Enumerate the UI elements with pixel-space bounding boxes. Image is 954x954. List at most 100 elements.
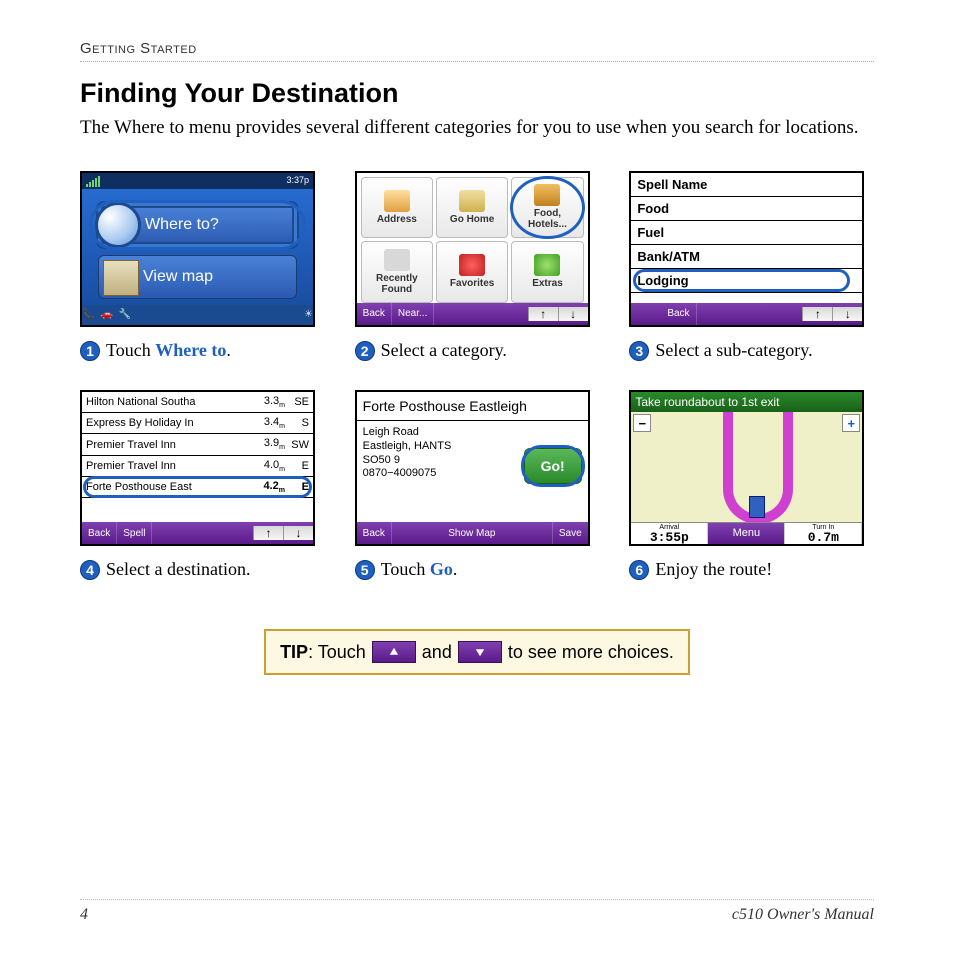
step-number-5: 5 (355, 560, 375, 580)
house-icon (459, 190, 485, 212)
footer-icons: 📞 🚗 🔧 ☀ (82, 305, 313, 325)
clock: 3:37p (286, 175, 309, 187)
scroll-down-button[interactable]: ↓ (832, 307, 862, 321)
screenshot-detail: Forte Posthouse Eastleigh Leigh Road Eas… (355, 390, 590, 546)
screenshot-route: Take roundabout to 1st exit − + Arrival3… (629, 390, 864, 546)
caption-3-text: Select a sub-category. (655, 339, 812, 362)
caption-5: 5 Touch Go. (355, 558, 600, 581)
near-button[interactable]: Near... (392, 303, 434, 325)
scroll-up-button[interactable]: ↑ (802, 307, 832, 321)
step-5: Forte Posthouse Eastleigh Leigh Road Eas… (355, 390, 600, 581)
save-button[interactable]: Save (553, 522, 588, 544)
step-number-1: 1 (80, 341, 100, 361)
section-header: Getting Started (80, 40, 874, 62)
show-map-button[interactable]: Show Map (392, 522, 553, 544)
scroll-up-button[interactable]: ↑ (528, 307, 558, 321)
direction-banner: Take roundabout to 1st exit (631, 392, 862, 412)
car-icon[interactable]: 🚗 (100, 309, 112, 320)
list-item[interactable]: Fuel (631, 221, 862, 245)
step-3: Spell Name Food Fuel Bank/ATM Lodging Ba… (629, 171, 874, 362)
info-bar: Arrival3:55p Menu Turn In0.7m (631, 522, 862, 544)
table-row[interactable]: Express By Holiday In3.4mS (82, 413, 313, 434)
view-map-button[interactable]: View map (98, 255, 297, 299)
step-number-2: 2 (355, 341, 375, 361)
tip-text: TIP: Touch (280, 642, 366, 663)
nav-bar: Back Spell ↑ ↓ (82, 522, 313, 544)
map-view[interactable] (631, 412, 862, 522)
step-6: Take roundabout to 1st exit − + Arrival3… (629, 390, 874, 581)
status-bar: 3:37p (82, 173, 313, 189)
arrival-info[interactable]: Arrival3:55p (631, 523, 708, 544)
tip-text-mid: and (422, 642, 452, 663)
category-food-hotels[interactable]: Food, Hotels... (511, 177, 583, 239)
back-button[interactable]: Back (357, 522, 392, 544)
caption-6: 6 Enjoy the route! (629, 558, 874, 581)
signal-icon (86, 175, 100, 187)
caption-2-text: Select a category. (381, 339, 507, 362)
caption-1-text: Touch Where to. (106, 339, 231, 362)
caption-4-text: Select a destination. (106, 558, 250, 581)
brightness-icon[interactable]: ☀ (304, 309, 313, 320)
spell-button[interactable]: Spell (117, 522, 152, 544)
zoom-in-button[interactable]: + (842, 414, 860, 432)
tip-text-post: to see more choices. (508, 642, 674, 663)
back-button[interactable]: Back (82, 522, 117, 544)
table-row-selected[interactable]: Forte Posthouse East4.2mE (82, 477, 313, 498)
vehicle-icon (749, 496, 765, 518)
caption-6-text: Enjoy the route! (655, 558, 772, 581)
scroll-up-button[interactable]: ↑ (253, 526, 283, 540)
steps-grid: 3:37p Where to? View map 📞 🚗 🔧 ☀ 1 Touch… (80, 171, 874, 582)
step-number-3: 3 (629, 341, 649, 361)
wrench-icon[interactable]: 🔧 (119, 309, 131, 320)
list-item[interactable]: Bank/ATM (631, 245, 862, 269)
tip-box: TIP: Touch and to see more choices. (264, 629, 690, 675)
category-address[interactable]: Address (361, 177, 433, 239)
back-button[interactable]: Back (661, 303, 696, 325)
category-recently-found[interactable]: Recently Found (361, 241, 433, 303)
back-button[interactable]: Back (357, 303, 392, 325)
caption-3: 3 Select a sub-category. (629, 339, 874, 362)
destination-title: Forte Posthouse Eastleigh (357, 392, 588, 421)
table-row[interactable]: Premier Travel Inn3.9mSW (82, 434, 313, 455)
envelope-icon (384, 190, 410, 212)
category-go-home[interactable]: Go Home (436, 177, 508, 239)
flag-icon (534, 254, 560, 276)
step-4: Hilton National Southa3.3mSE Express By … (80, 390, 325, 581)
list-item[interactable]: Spell Name (631, 173, 862, 197)
phone-icon[interactable]: 📞 (82, 309, 94, 320)
scroll-down-button[interactable]: ↓ (558, 307, 588, 321)
where-to-label: Where to? (145, 216, 219, 234)
zoom-out-button[interactable]: − (633, 414, 651, 432)
table-row[interactable]: Premier Travel Inn4.0mE (82, 456, 313, 477)
table-row[interactable]: Hilton National Southa3.3mSE (82, 392, 313, 413)
nav-bar: Back Near... ↑ ↓ (357, 303, 588, 325)
nav-bar: Back Show Map Save (357, 522, 588, 544)
caption-5-text: Touch Go. (381, 558, 458, 581)
scroll-down-icon (458, 641, 502, 663)
screenshot-subcategories: Spell Name Food Fuel Bank/ATM Lodging Ba… (629, 171, 864, 327)
where-to-button[interactable]: Where to? (98, 203, 297, 247)
scroll-down-button[interactable]: ↓ (283, 526, 313, 540)
nav-bar: Back ↑ ↓ (631, 303, 862, 325)
list-item[interactable]: Food (631, 197, 862, 221)
category-favorites[interactable]: Favorites (436, 241, 508, 303)
go-button[interactable]: Go! (524, 448, 582, 484)
scroll-up-icon (372, 641, 416, 663)
list-item-selected[interactable]: Lodging (631, 269, 862, 293)
step-2: Address Go Home Food, Hotels... Recently… (355, 171, 600, 362)
step-1: 3:37p Where to? View map 📞 🚗 🔧 ☀ 1 Touch… (80, 171, 325, 362)
screenshot-categories: Address Go Home Food, Hotels... Recently… (355, 171, 590, 327)
category-extras[interactable]: Extras (511, 241, 583, 303)
page-footer: 4 c510 Owner's Manual (80, 899, 874, 924)
turn-info[interactable]: Turn In0.7m (785, 523, 862, 544)
menu-button[interactable]: Menu (708, 523, 785, 544)
page-title: Finding Your Destination (80, 78, 874, 109)
caption-1: 1 Touch Where to. (80, 339, 325, 362)
page-number: 4 (80, 906, 88, 924)
caption-2: 2 Select a category. (355, 339, 600, 362)
screenshot-main-menu: 3:37p Where to? View map 📞 🚗 🔧 ☀ (80, 171, 315, 327)
heart-icon (459, 254, 485, 276)
manual-title: c510 Owner's Manual (732, 906, 874, 924)
intro-paragraph: The Where to menu provides several diffe… (80, 115, 874, 141)
caption-4: 4 Select a destination. (80, 558, 325, 581)
